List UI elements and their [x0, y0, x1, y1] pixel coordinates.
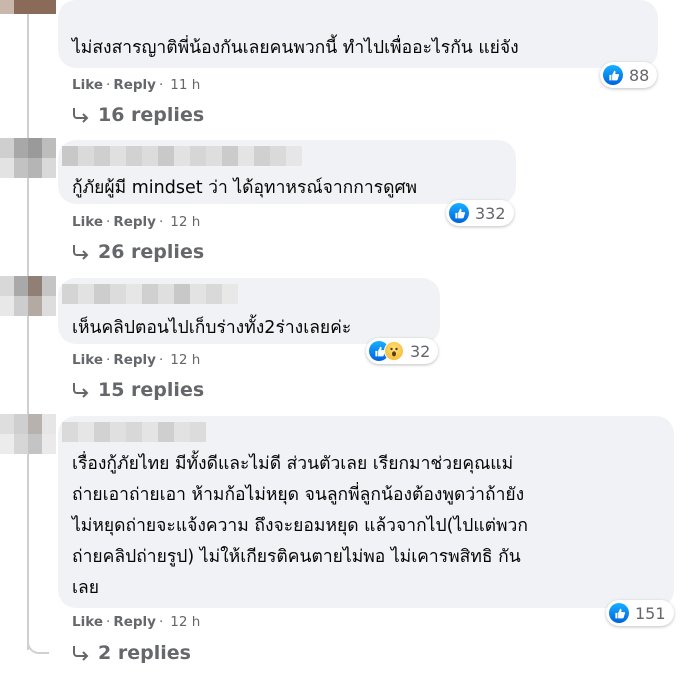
comment-bubble: กู้ภัยผู้มี mindset ว่า ได้อุทาหรณ์จากกา…	[58, 140, 516, 204]
comment-actions: Like · Reply · 11 h	[72, 77, 201, 93]
replies-label: 16 replies	[98, 104, 205, 126]
view-replies-button[interactable]: 16 replies	[72, 104, 204, 126]
comment-actions: Like · Reply · 12 h	[72, 214, 201, 230]
reply-arrow-icon	[73, 383, 89, 398]
like-link[interactable]: Like	[72, 77, 103, 93]
view-replies-button[interactable]: 15 replies	[72, 379, 204, 401]
reaction-summary[interactable]: 88	[600, 62, 658, 88]
thread-line	[27, 0, 29, 650]
comment-bubble: เรื่องกู้ภัยไทย มีทั้งดีและไม่ดี ส่วนตัว…	[58, 416, 674, 608]
comment-text: กู้ภัยผู้มี mindset ว่า ได้อุทาหรณ์จากกา…	[72, 178, 418, 198]
comment-actions: Like · Reply · 12 h	[72, 352, 201, 368]
reaction-count: 88	[629, 65, 650, 85]
reply-link[interactable]: Reply	[113, 214, 156, 230]
avatar[interactable]	[0, 276, 56, 316]
timestamp[interactable]: 11 h	[170, 77, 200, 93]
comment-bubble: เห็นคลิปตอนไปเก็บร่างทั้ง2ร่างเลยค่ะ	[58, 278, 440, 344]
reply-link[interactable]: Reply	[113, 352, 156, 368]
comment-text-line: ถ่ายเอาถ่ายเอา ห้ามก้อไม่หยุด จนลูกพี่ลู…	[72, 485, 525, 505]
comment-text-line: เรื่องกู้ภัยไทย มีทั้งดีและไม่ดี ส่วนตัว…	[72, 454, 514, 474]
reply-link[interactable]: Reply	[113, 77, 156, 93]
reaction-count: 332	[475, 203, 506, 223]
reaction-count: 151	[635, 603, 666, 623]
avatar[interactable]	[0, 138, 56, 178]
comment-text: ไม่สงสารญาติพี่น้องกันเลยคนพวกนี้ ทำไปเพ…	[72, 38, 519, 58]
like-link[interactable]: Like	[72, 214, 103, 230]
reaction-summary[interactable]: 151	[606, 600, 674, 626]
like-link[interactable]: Like	[72, 614, 103, 630]
reply-arrow-icon	[73, 245, 89, 260]
avatar[interactable]	[0, 414, 56, 454]
comment-text-line: เลย	[72, 578, 99, 598]
timestamp[interactable]: 12 h	[170, 614, 200, 630]
avatar[interactable]	[0, 0, 56, 14]
replies-label: 15 replies	[98, 379, 205, 401]
author-name-blurred	[62, 422, 206, 442]
reaction-summary[interactable]: 332	[446, 200, 514, 226]
timestamp[interactable]: 12 h	[170, 214, 200, 230]
reply-link[interactable]: Reply	[113, 614, 156, 630]
comment-bubble: ไม่สงสารญาติพี่น้องกันเลยคนพวกนี้ ทำไปเพ…	[58, 0, 658, 68]
replies-label: 2 replies	[98, 642, 191, 664]
reaction-summary[interactable]: 32	[366, 338, 439, 364]
comment-text-line: ถ่ายคลิปถ่ายรูป) ไม่ให้เกียรติคนตายไม่พอ…	[72, 547, 521, 567]
reaction-count: 32	[410, 341, 431, 361]
thumbs-up-icon	[609, 603, 629, 623]
author-name-blurred	[62, 284, 238, 304]
author-name-blurred	[62, 146, 302, 166]
reply-arrow-icon	[73, 108, 89, 123]
reply-arrow-icon	[73, 646, 89, 661]
comment-text-line: ไม่หยุดถ่ายจะแจ้งความ ถึงจะยอมหยุด แล้วจ…	[72, 516, 528, 536]
thumbs-up-icon	[449, 203, 469, 223]
wow-face-icon	[384, 341, 404, 361]
view-replies-button[interactable]: 26 replies	[72, 241, 204, 263]
comment-text: เห็นคลิปตอนไปเก็บร่างทั้ง2ร่างเลยค่ะ	[72, 318, 352, 338]
like-link[interactable]: Like	[72, 352, 103, 368]
thumbs-up-icon	[603, 65, 623, 85]
replies-label: 26 replies	[98, 241, 205, 263]
thread-curve	[27, 636, 49, 654]
view-replies-button[interactable]: 2 replies	[72, 642, 191, 664]
comment-actions: Like · Reply · 12 h	[72, 614, 201, 630]
timestamp[interactable]: 12 h	[170, 352, 200, 368]
